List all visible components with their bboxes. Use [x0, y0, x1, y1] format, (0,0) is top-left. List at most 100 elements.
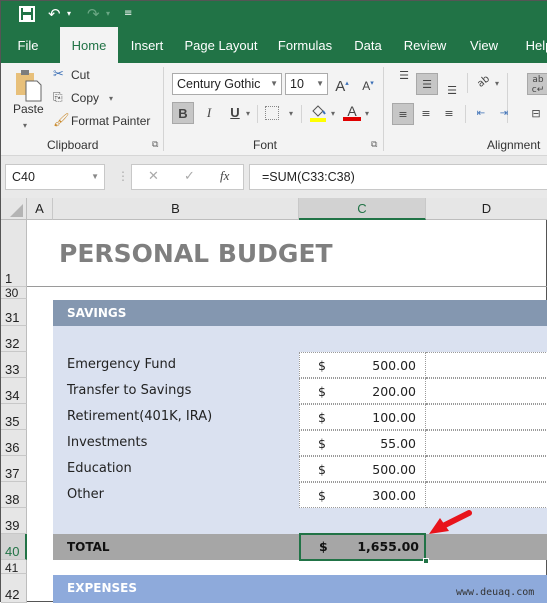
total-cell-selected[interactable]: $1,655.00	[299, 533, 426, 561]
align-right-icon[interactable]: ≡	[438, 103, 460, 125]
chevron-down-icon: ▼	[316, 79, 324, 88]
fill-color-icon[interactable]	[309, 103, 327, 123]
blank-cell[interactable]	[426, 404, 547, 430]
amount-cell[interactable]: $500.00	[299, 456, 426, 482]
tab-formulas[interactable]: Formulas	[275, 27, 335, 63]
row-header-32[interactable]: 32	[1, 326, 27, 352]
font-launcher-icon[interactable]: ⧉	[371, 140, 377, 150]
formula-input[interactable]: =SUM(C33:C38)	[249, 164, 547, 190]
row-header-38[interactable]: 38	[1, 482, 27, 508]
copy-dropdown-icon[interactable]: ▾	[109, 94, 113, 103]
font-color-dropdown-icon[interactable]: ▾	[365, 109, 369, 118]
savings-item-label[interactable]: Investments	[67, 435, 147, 450]
font-color-icon[interactable]: A	[343, 103, 361, 123]
tab-data[interactable]: Data	[351, 27, 385, 63]
amount-cell[interactable]: $55.00	[299, 430, 426, 456]
align-left-icon[interactable]: ≡	[392, 103, 414, 125]
column-header-b[interactable]: B	[53, 198, 299, 220]
copy-button[interactable]: Copy	[71, 91, 99, 105]
savings-item-label[interactable]: Retirement(401K, IRA)	[67, 409, 212, 424]
format-painter-button[interactable]: Format Painter	[71, 114, 150, 128]
savings-item-label[interactable]: Transfer to Savings	[67, 383, 191, 398]
row-header-37[interactable]: 37	[1, 456, 27, 482]
borders-dropdown-icon[interactable]: ▾	[289, 109, 293, 118]
redo-icon[interactable]: ↷	[87, 1, 100, 27]
name-box-dropdown-icon[interactable]: ▼	[91, 165, 99, 189]
column-header-c[interactable]: C	[299, 198, 426, 220]
row-header-41[interactable]: 41	[1, 560, 27, 574]
savings-item-label[interactable]: Emergency Fund	[67, 357, 176, 372]
underline-dropdown-icon[interactable]: ▾	[246, 109, 250, 118]
column-header-a[interactable]: A	[27, 198, 53, 220]
bold-button[interactable]: B	[172, 102, 194, 124]
increase-font-size-icon[interactable]: A▴	[331, 73, 353, 95]
row-header-35[interactable]: 35	[1, 404, 27, 430]
blank-cell[interactable]	[426, 352, 547, 378]
font-name-select[interactable]: Century Gothic ▼	[172, 73, 282, 95]
customize-qat-icon[interactable]: ≡	[124, 1, 132, 27]
merge-center-icon[interactable]: ⊟	[525, 103, 547, 125]
row-header-1[interactable]: 1	[1, 220, 27, 287]
row-header-36[interactable]: 36	[1, 430, 27, 456]
undo-dropdown-icon[interactable]: ▾	[67, 1, 71, 27]
arrow-annotation-icon	[427, 509, 473, 537]
insert-function-icon[interactable]: fx	[220, 168, 229, 184]
redo-dropdown-icon[interactable]: ▾	[106, 1, 110, 27]
amount-cell[interactable]: $300.00	[299, 482, 426, 508]
currency-symbol: $	[318, 436, 326, 451]
row-header-34[interactable]: 34	[1, 378, 27, 404]
row-header-42[interactable]: 42	[1, 574, 27, 603]
amount-value: 500.00	[372, 462, 416, 477]
increase-indent-icon[interactable]: ⇥	[493, 103, 515, 125]
blank-cell[interactable]	[426, 482, 547, 508]
borders-icon[interactable]	[265, 106, 279, 120]
amount-cell[interactable]: $200.00	[299, 378, 426, 404]
paste-label[interactable]: Paste	[13, 102, 44, 116]
fill-handle[interactable]	[423, 558, 429, 564]
undo-icon[interactable]: ↶	[48, 1, 61, 27]
paste-button[interactable]	[13, 69, 43, 105]
italic-button[interactable]: I	[198, 102, 220, 124]
bottom-align-icon[interactable]: ☰	[441, 77, 463, 99]
tab-home[interactable]: Home	[60, 27, 118, 63]
savings-item-label[interactable]: Education	[67, 461, 132, 476]
wrap-text-icon[interactable]: ab c↵	[527, 73, 547, 95]
middle-align-icon[interactable]: ☰	[416, 73, 438, 95]
save-icon[interactable]	[19, 1, 35, 30]
currency-symbol: $	[318, 488, 326, 503]
tab-help[interactable]: Help	[519, 27, 547, 63]
cancel-icon[interactable]: ✕	[148, 169, 159, 184]
fill-color-dropdown-icon[interactable]: ▾	[331, 109, 335, 118]
orientation-dropdown-icon[interactable]: ▾	[495, 79, 499, 88]
tab-page-layout[interactable]: Page Layout	[183, 27, 259, 63]
row-header-31[interactable]: 31	[1, 299, 27, 326]
savings-item-label[interactable]: Other	[67, 487, 104, 502]
select-all-button[interactable]	[1, 198, 27, 220]
clipboard-launcher-icon[interactable]: ⧉	[152, 140, 158, 150]
row-header-39[interactable]: 39	[1, 508, 27, 534]
enter-icon[interactable]: ✓	[184, 169, 195, 184]
amount-cell[interactable]: $100.00	[299, 404, 426, 430]
row-header-40[interactable]: 40	[1, 534, 27, 560]
blank-cell[interactable]	[426, 456, 547, 482]
tab-review[interactable]: Review	[401, 27, 449, 63]
decrease-font-size-icon[interactable]: A▾	[357, 73, 379, 95]
tab-file[interactable]: File	[9, 27, 47, 63]
top-align-icon[interactable]: ☰	[393, 69, 415, 91]
tab-insert[interactable]: Insert	[125, 27, 169, 63]
row-header-30[interactable]: 30	[1, 287, 27, 299]
column-header-d[interactable]: D	[426, 198, 547, 220]
font-size-select[interactable]: 10 ▼	[285, 73, 328, 95]
paste-dropdown-icon[interactable]: ▾	[23, 121, 27, 130]
tab-view[interactable]: View	[465, 27, 503, 63]
cut-button[interactable]: Cut	[71, 68, 90, 82]
row-header-33[interactable]: 33	[1, 352, 27, 378]
total-amount: 1,655.00	[357, 539, 419, 554]
blank-cell[interactable]	[426, 430, 547, 456]
underline-button[interactable]: U	[224, 102, 246, 124]
amount-cell[interactable]: $500.00	[299, 352, 426, 378]
decrease-indent-icon[interactable]: ⇤	[470, 103, 492, 125]
blank-cell[interactable]	[426, 378, 547, 404]
align-center-icon[interactable]: ≡	[415, 103, 437, 125]
name-box[interactable]: C40 ▼	[5, 164, 105, 190]
